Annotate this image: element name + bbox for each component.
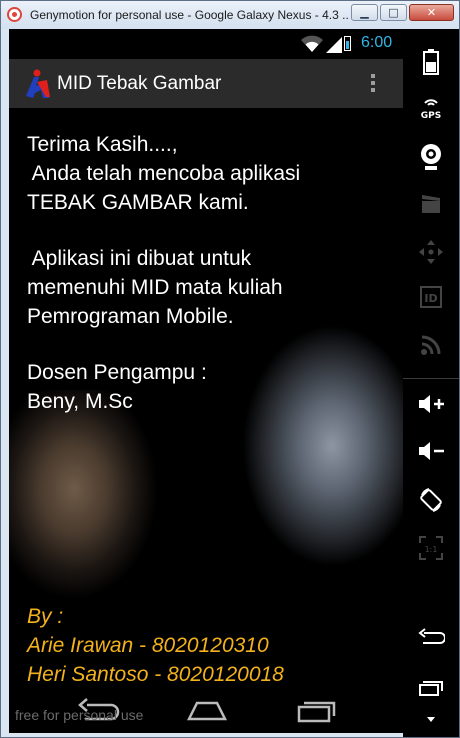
app-logo[interactable] (23, 68, 53, 100)
overflow-menu-icon[interactable] (365, 71, 381, 97)
device-recents-button[interactable] (409, 677, 453, 713)
clapperboard-icon (422, 195, 440, 213)
device-recents-icon (419, 681, 443, 696)
capture-button[interactable] (409, 193, 453, 229)
watermark-text: free for personal use (15, 707, 144, 723)
signal-icon (326, 37, 342, 53)
app-title: MID Tebak Gambar (57, 73, 222, 94)
cast-button[interactable] (409, 334, 453, 370)
camera-widget-button[interactable] (409, 143, 453, 179)
volume-down-icon (419, 442, 444, 460)
pixel-perfect-button[interactable]: 1:1 (409, 535, 453, 571)
gps-label: GPS (421, 111, 441, 119)
close-icon: ✕ (426, 6, 437, 19)
dpad-button[interactable] (409, 239, 453, 275)
credits-text: By : Arie Irawan - 8020120310 Heri Santo… (27, 605, 284, 686)
gps-widget-button[interactable]: GPS (409, 95, 453, 131)
close-button[interactable]: ✕ (409, 4, 454, 21)
genymotion-toolbar: GPS ID 1:1 (403, 29, 459, 737)
genymotion-window: Genymotion for personal use - Google Gal… (0, 0, 460, 738)
minimize-icon: ▁ (360, 6, 369, 19)
battery-widget-icon (423, 49, 439, 75)
photo-arie-irawan (9, 390, 169, 610)
dpad-icon (419, 240, 443, 264)
home-icon[interactable] (183, 695, 231, 725)
purpose-text: Aplikasi ini dibuat untuk memenuhi MID m… (27, 247, 283, 328)
gps-widget-icon: GPS (421, 99, 441, 119)
toolbar-divider (403, 378, 459, 379)
device-back-button[interactable] (409, 627, 453, 663)
volume-down-button[interactable] (409, 440, 453, 476)
action-bar: MID Tebak Gambar (9, 59, 403, 108)
minimize-button[interactable]: ▁ (351, 4, 378, 21)
toolbar-scroll-down[interactable] (409, 715, 453, 729)
rotate-icon (420, 488, 442, 512)
device-id-button[interactable]: ID (409, 285, 453, 321)
ratio-label: 1:1 (425, 545, 438, 554)
rss-icon (421, 335, 441, 355)
pixel-perfect-icon: 1:1 (419, 536, 443, 560)
status-bar: 6:00 (9, 29, 403, 59)
window-title: Genymotion for personal use - Google Gal… (30, 8, 350, 22)
chevron-down-icon (427, 717, 435, 722)
wifi-icon (301, 35, 323, 52)
lecturer-text: Dosen Pengampu : Beny, M.Sc (27, 361, 207, 413)
webcam-icon (421, 144, 441, 170)
id-card-icon: ID (420, 286, 442, 308)
clock: 6:00 (361, 34, 393, 51)
maximize-icon: □ (388, 6, 399, 19)
device-back-icon (418, 628, 445, 644)
rotate-button[interactable] (409, 487, 453, 523)
content-area: Terima Kasih...., Anda telah mencoba apl… (9, 108, 403, 687)
window-titlebar[interactable]: Genymotion for personal use - Google Gal… (1, 1, 459, 29)
thank-you-text: Terima Kasih...., Anda telah mencoba apl… (27, 133, 301, 214)
battery-icon (344, 36, 351, 51)
volume-up-button[interactable] (409, 393, 453, 429)
android-screen: 6:00 MID Tebak Gambar Terima Kasih...., … (9, 29, 403, 733)
volume-up-icon (419, 395, 444, 413)
maximize-button[interactable]: □ (380, 4, 407, 21)
genymotion-icon (7, 7, 22, 22)
id-label: ID (424, 292, 437, 305)
photo-heri-santoso (237, 326, 403, 566)
recent-apps-icon[interactable] (293, 695, 341, 725)
battery-widget-button[interactable] (409, 49, 453, 85)
